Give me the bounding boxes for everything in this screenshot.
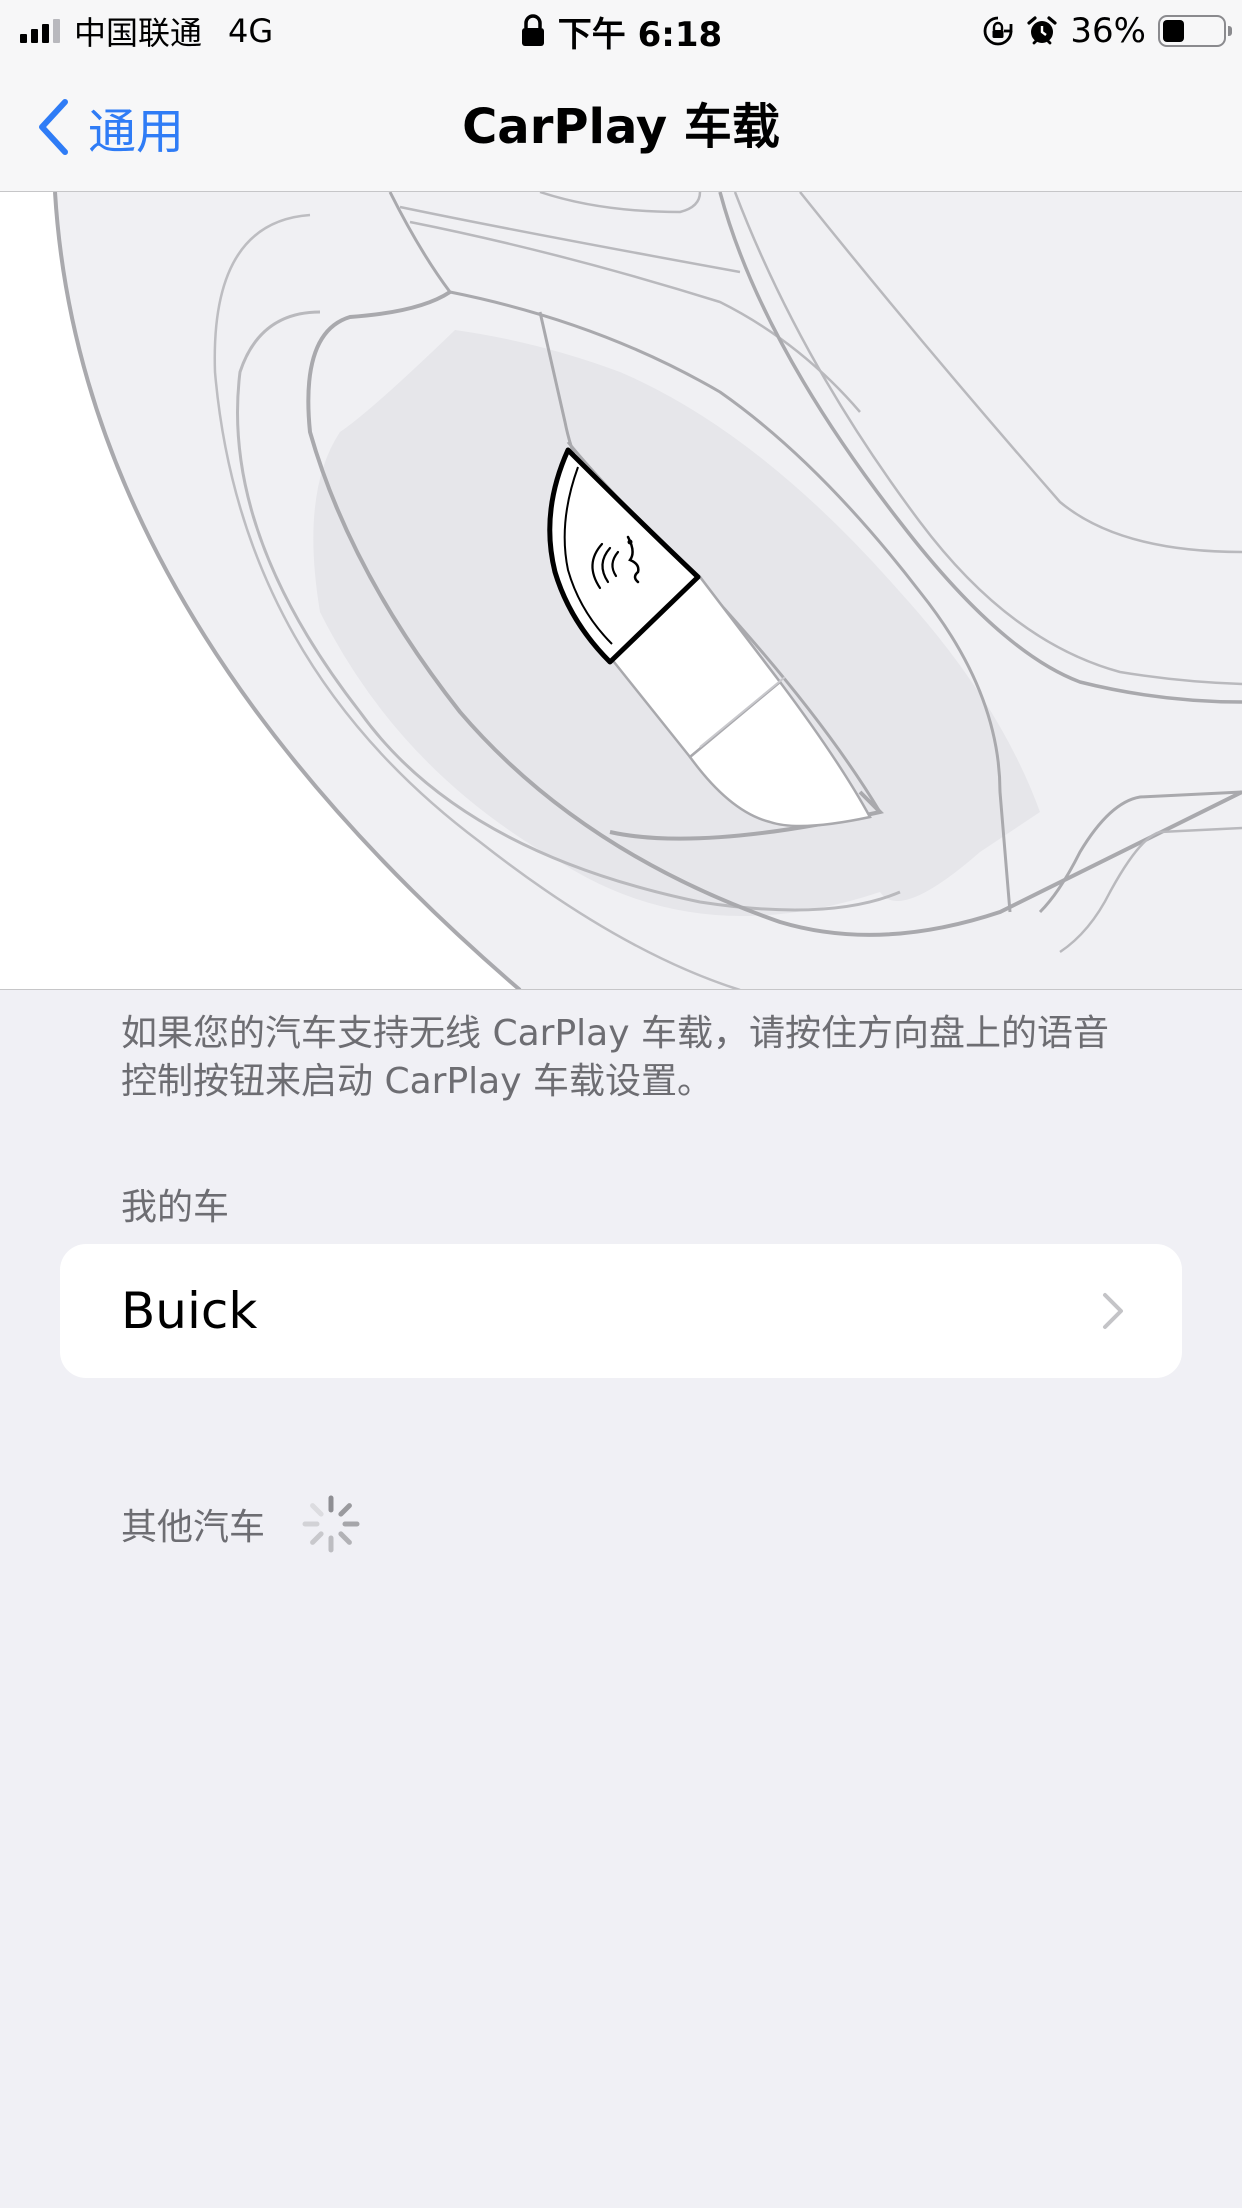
status-time: 下午 6:18 (557, 14, 723, 55)
spinner-icon (302, 1495, 360, 1553)
chevron-right-icon (1103, 1293, 1123, 1329)
instruction-text: 如果您的汽车支持无线 CarPlay 车载，请按住方向盘上的语音控制按钮来启动 … (121, 1013, 1109, 1102)
status-bar: 中国联通 4G 下午 6:18 36% (0, 0, 1242, 62)
status-right: 36% (982, 0, 1232, 62)
section-header-my-car: 我的车 (121, 1187, 230, 1228)
section-header-other-cars: 其他汽车 (121, 1494, 361, 1554)
battery-percent: 36% (1070, 11, 1146, 51)
car-row-buick[interactable]: Buick (60, 1244, 1182, 1378)
battery-icon (1158, 15, 1232, 47)
car-name: Buick (121, 1282, 258, 1340)
alarm-icon (1027, 16, 1058, 45)
rotation-lock-icon (984, 16, 1013, 46)
page-title: CarPlay 车载 (462, 99, 780, 155)
steering-wheel-illustration (0, 192, 1242, 990)
other-cars-label: 其他汽车 (121, 1507, 266, 1548)
lock-icon (521, 14, 544, 46)
navigation-bar: 通用 CarPlay 车载 (0, 62, 1242, 192)
steering-wheel-voice-button-illustration (53, 192, 1242, 989)
